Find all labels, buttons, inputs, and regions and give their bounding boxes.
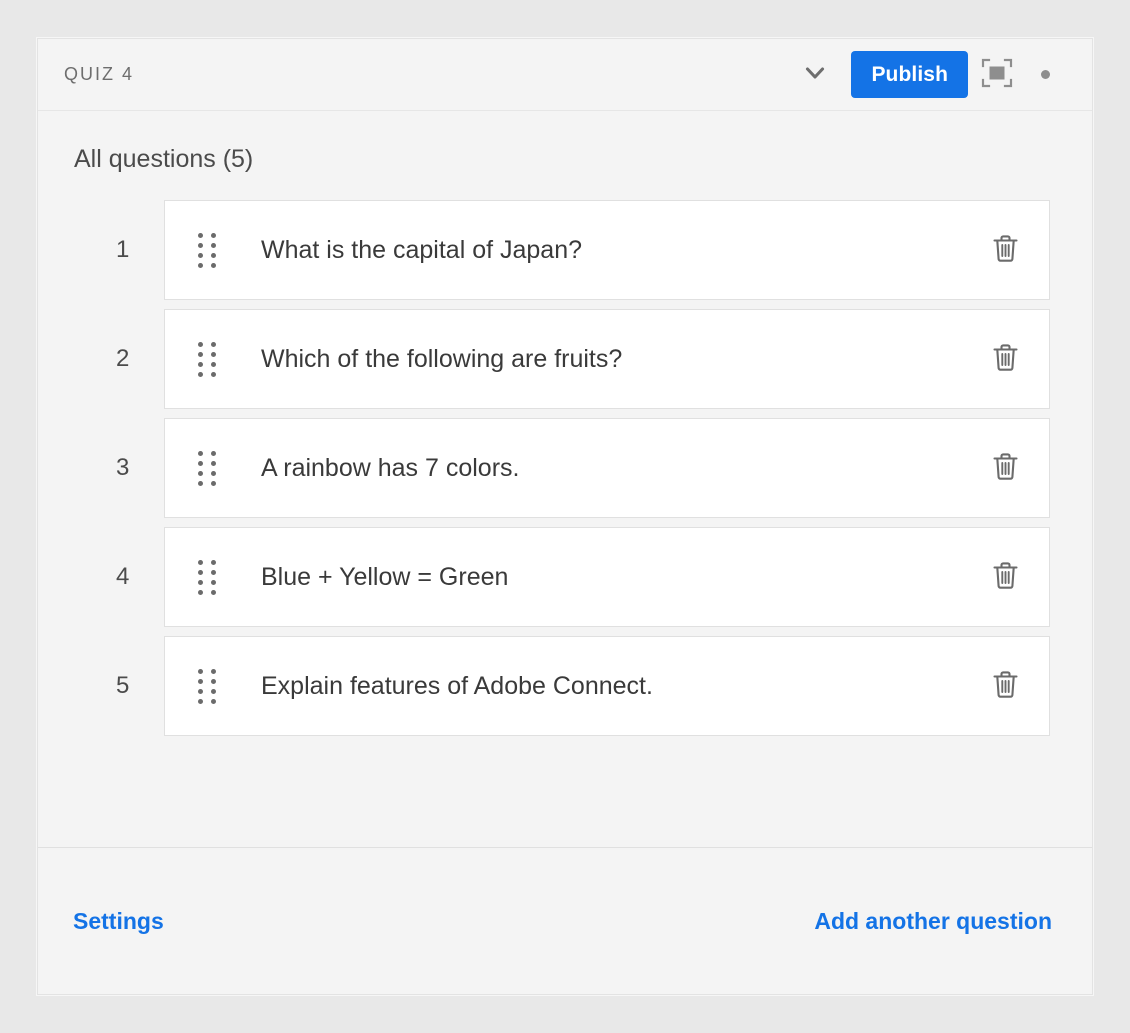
question-row: 5 Explain features of Adobe Connect.	[78, 636, 1050, 736]
question-text: What is the capital of Japan?	[219, 236, 983, 265]
fit-to-screen-button[interactable]	[974, 53, 1020, 97]
question-number: 4	[78, 527, 164, 627]
delete-question-button[interactable]	[983, 664, 1027, 708]
trash-icon	[992, 452, 1019, 484]
delete-question-button[interactable]	[983, 555, 1027, 599]
drag-handle-icon[interactable]	[195, 667, 219, 705]
trash-icon	[992, 670, 1019, 702]
chevron-down-icon	[802, 60, 828, 89]
drag-handle-icon[interactable]	[195, 449, 219, 487]
quiz-panel: QUIZ 4 Publish	[37, 38, 1093, 995]
question-card[interactable]: A rainbow has 7 colors.	[164, 418, 1050, 518]
drag-handle-icon[interactable]	[195, 231, 219, 269]
more-options-icon	[1041, 70, 1050, 79]
trash-icon	[992, 234, 1019, 266]
settings-link[interactable]: Settings	[73, 908, 164, 935]
all-questions-label: All questions (5)	[38, 111, 1092, 174]
delete-question-button[interactable]	[983, 337, 1027, 381]
question-row: 3 A rainbow has 7 colors.	[78, 418, 1050, 518]
delete-question-button[interactable]	[983, 446, 1027, 490]
question-number: 5	[78, 636, 164, 736]
page-title: QUIZ 4	[64, 64, 134, 85]
question-card[interactable]: Which of the following are fruits?	[164, 309, 1050, 409]
question-text: Blue + Yellow = Green	[219, 563, 983, 592]
drag-handle-icon[interactable]	[195, 558, 219, 596]
question-row: 4 Blue + Yellow = Green	[78, 527, 1050, 627]
question-row: 1 What is the capital of Japan?	[78, 200, 1050, 300]
add-another-question-link[interactable]: Add another question	[814, 908, 1052, 935]
question-number: 2	[78, 309, 164, 409]
publish-button[interactable]: Publish	[851, 51, 968, 98]
trash-icon	[992, 561, 1019, 593]
header-actions: Publish	[793, 51, 1068, 98]
question-row: 2 Which of the following are fruits?	[78, 309, 1050, 409]
question-text: Explain features of Adobe Connect.	[219, 672, 983, 701]
fit-to-screen-icon	[980, 57, 1014, 92]
delete-question-button[interactable]	[983, 228, 1027, 272]
question-card[interactable]: What is the capital of Japan?	[164, 200, 1050, 300]
panel-body: All questions (5) 1 What is the capital …	[38, 111, 1092, 847]
trash-icon	[992, 343, 1019, 375]
collapse-button[interactable]	[793, 53, 837, 97]
question-text: A rainbow has 7 colors.	[219, 454, 983, 483]
drag-handle-icon[interactable]	[195, 340, 219, 378]
question-card[interactable]: Blue + Yellow = Green	[164, 527, 1050, 627]
question-card[interactable]: Explain features of Adobe Connect.	[164, 636, 1050, 736]
panel-header: QUIZ 4 Publish	[38, 39, 1092, 111]
more-options-button[interactable]	[1022, 53, 1068, 97]
question-number: 1	[78, 200, 164, 300]
question-number: 3	[78, 418, 164, 518]
panel-footer: Settings Add another question	[38, 847, 1092, 994]
question-list: 1 What is the capital of Japan?	[38, 200, 1092, 736]
question-text: Which of the following are fruits?	[219, 345, 983, 374]
